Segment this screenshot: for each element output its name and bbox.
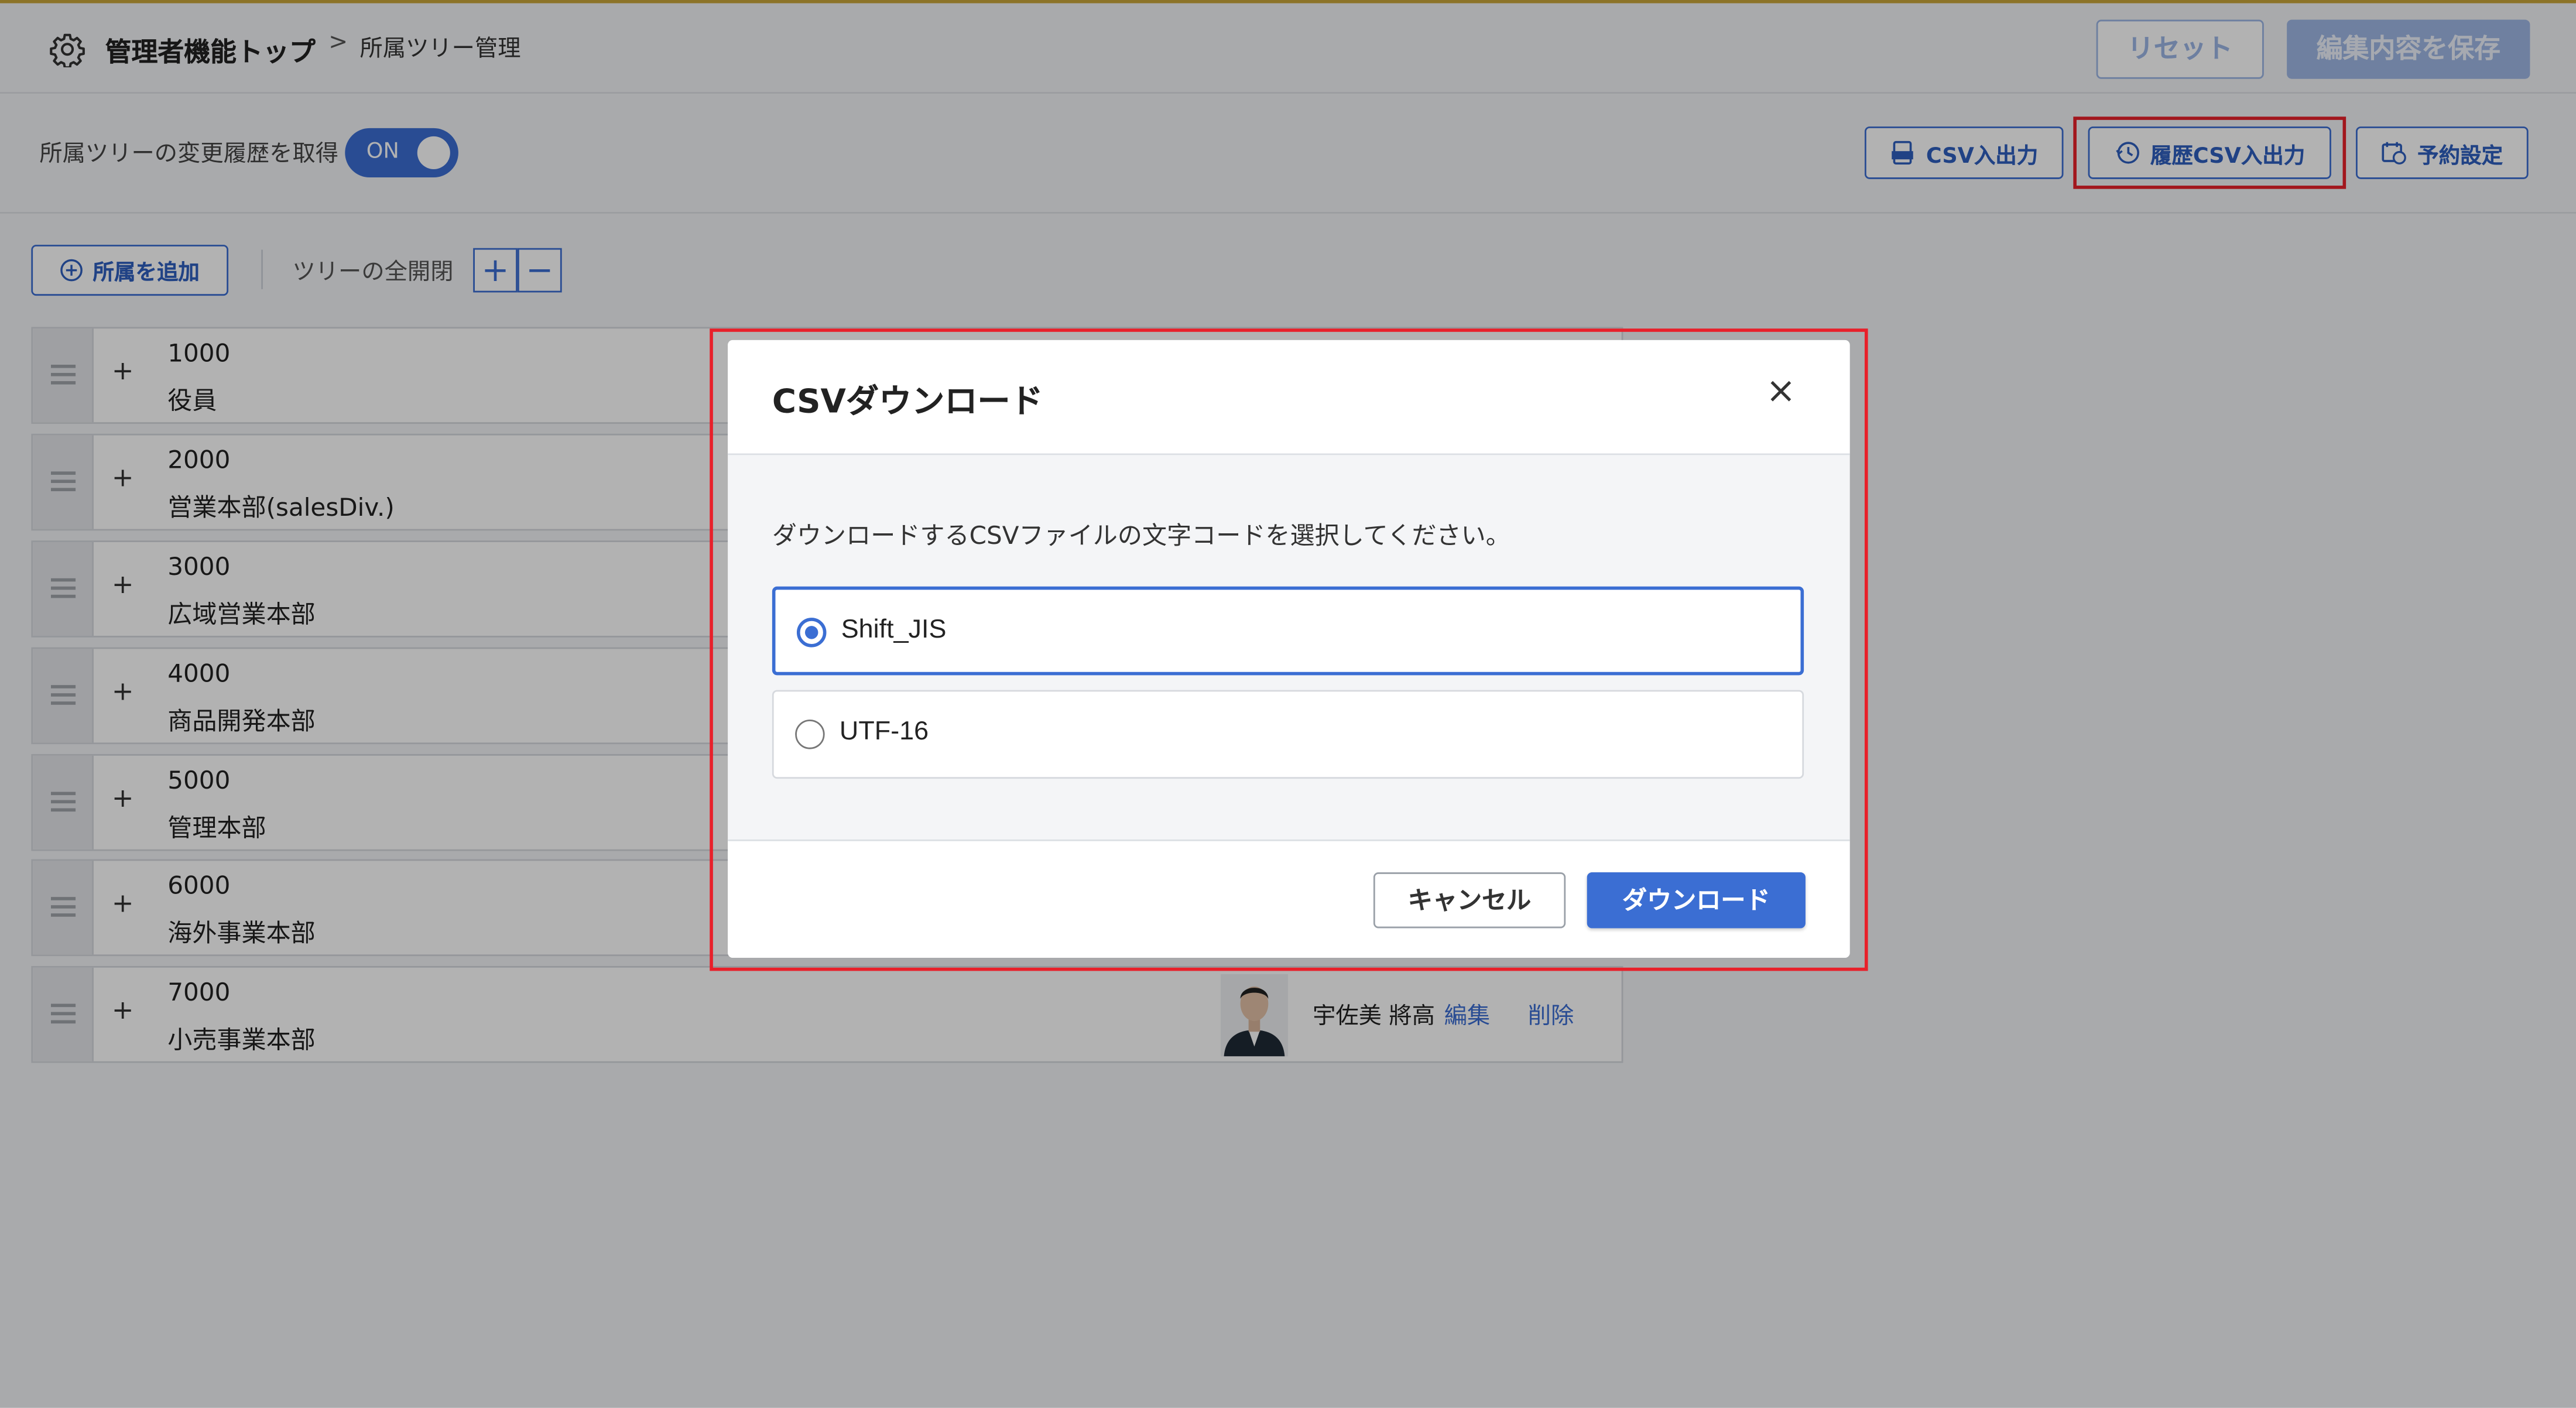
csv-download-dialog: CSVダウンロード × ダウンロードするCSVファイルの文字コードを選択してくだ… [728, 340, 1850, 958]
download-button[interactable]: ダウンロード [1587, 872, 1806, 929]
app-root: 管理者機能トップ > 所属ツリー管理 リセット 編集内容を保存 所属ツリーの変更… [0, 0, 2576, 1408]
dialog-footer: キャンセル ダウンロード [728, 839, 1850, 958]
radio-selected-icon[interactable] [796, 618, 827, 648]
dialog-description: ダウンロードするCSVファイルの文字コードを選択してください。 [772, 520, 1510, 551]
close-icon[interactable]: × [1759, 371, 1802, 414]
encoding-option-shift-jis[interactable]: Shift_JIS [772, 586, 1804, 676]
cancel-button[interactable]: キャンセル [1373, 872, 1566, 929]
encoding-option-utf16[interactable]: UTF-16 [772, 690, 1804, 779]
encoding-option-label: Shift_JIS [841, 616, 947, 644]
dialog-header: CSVダウンロード × [728, 340, 1850, 455]
encoding-option-label: UTF-16 [839, 718, 929, 746]
dialog-title: CSVダウンロード [772, 381, 1043, 421]
radio-unselected-icon[interactable] [795, 720, 825, 749]
